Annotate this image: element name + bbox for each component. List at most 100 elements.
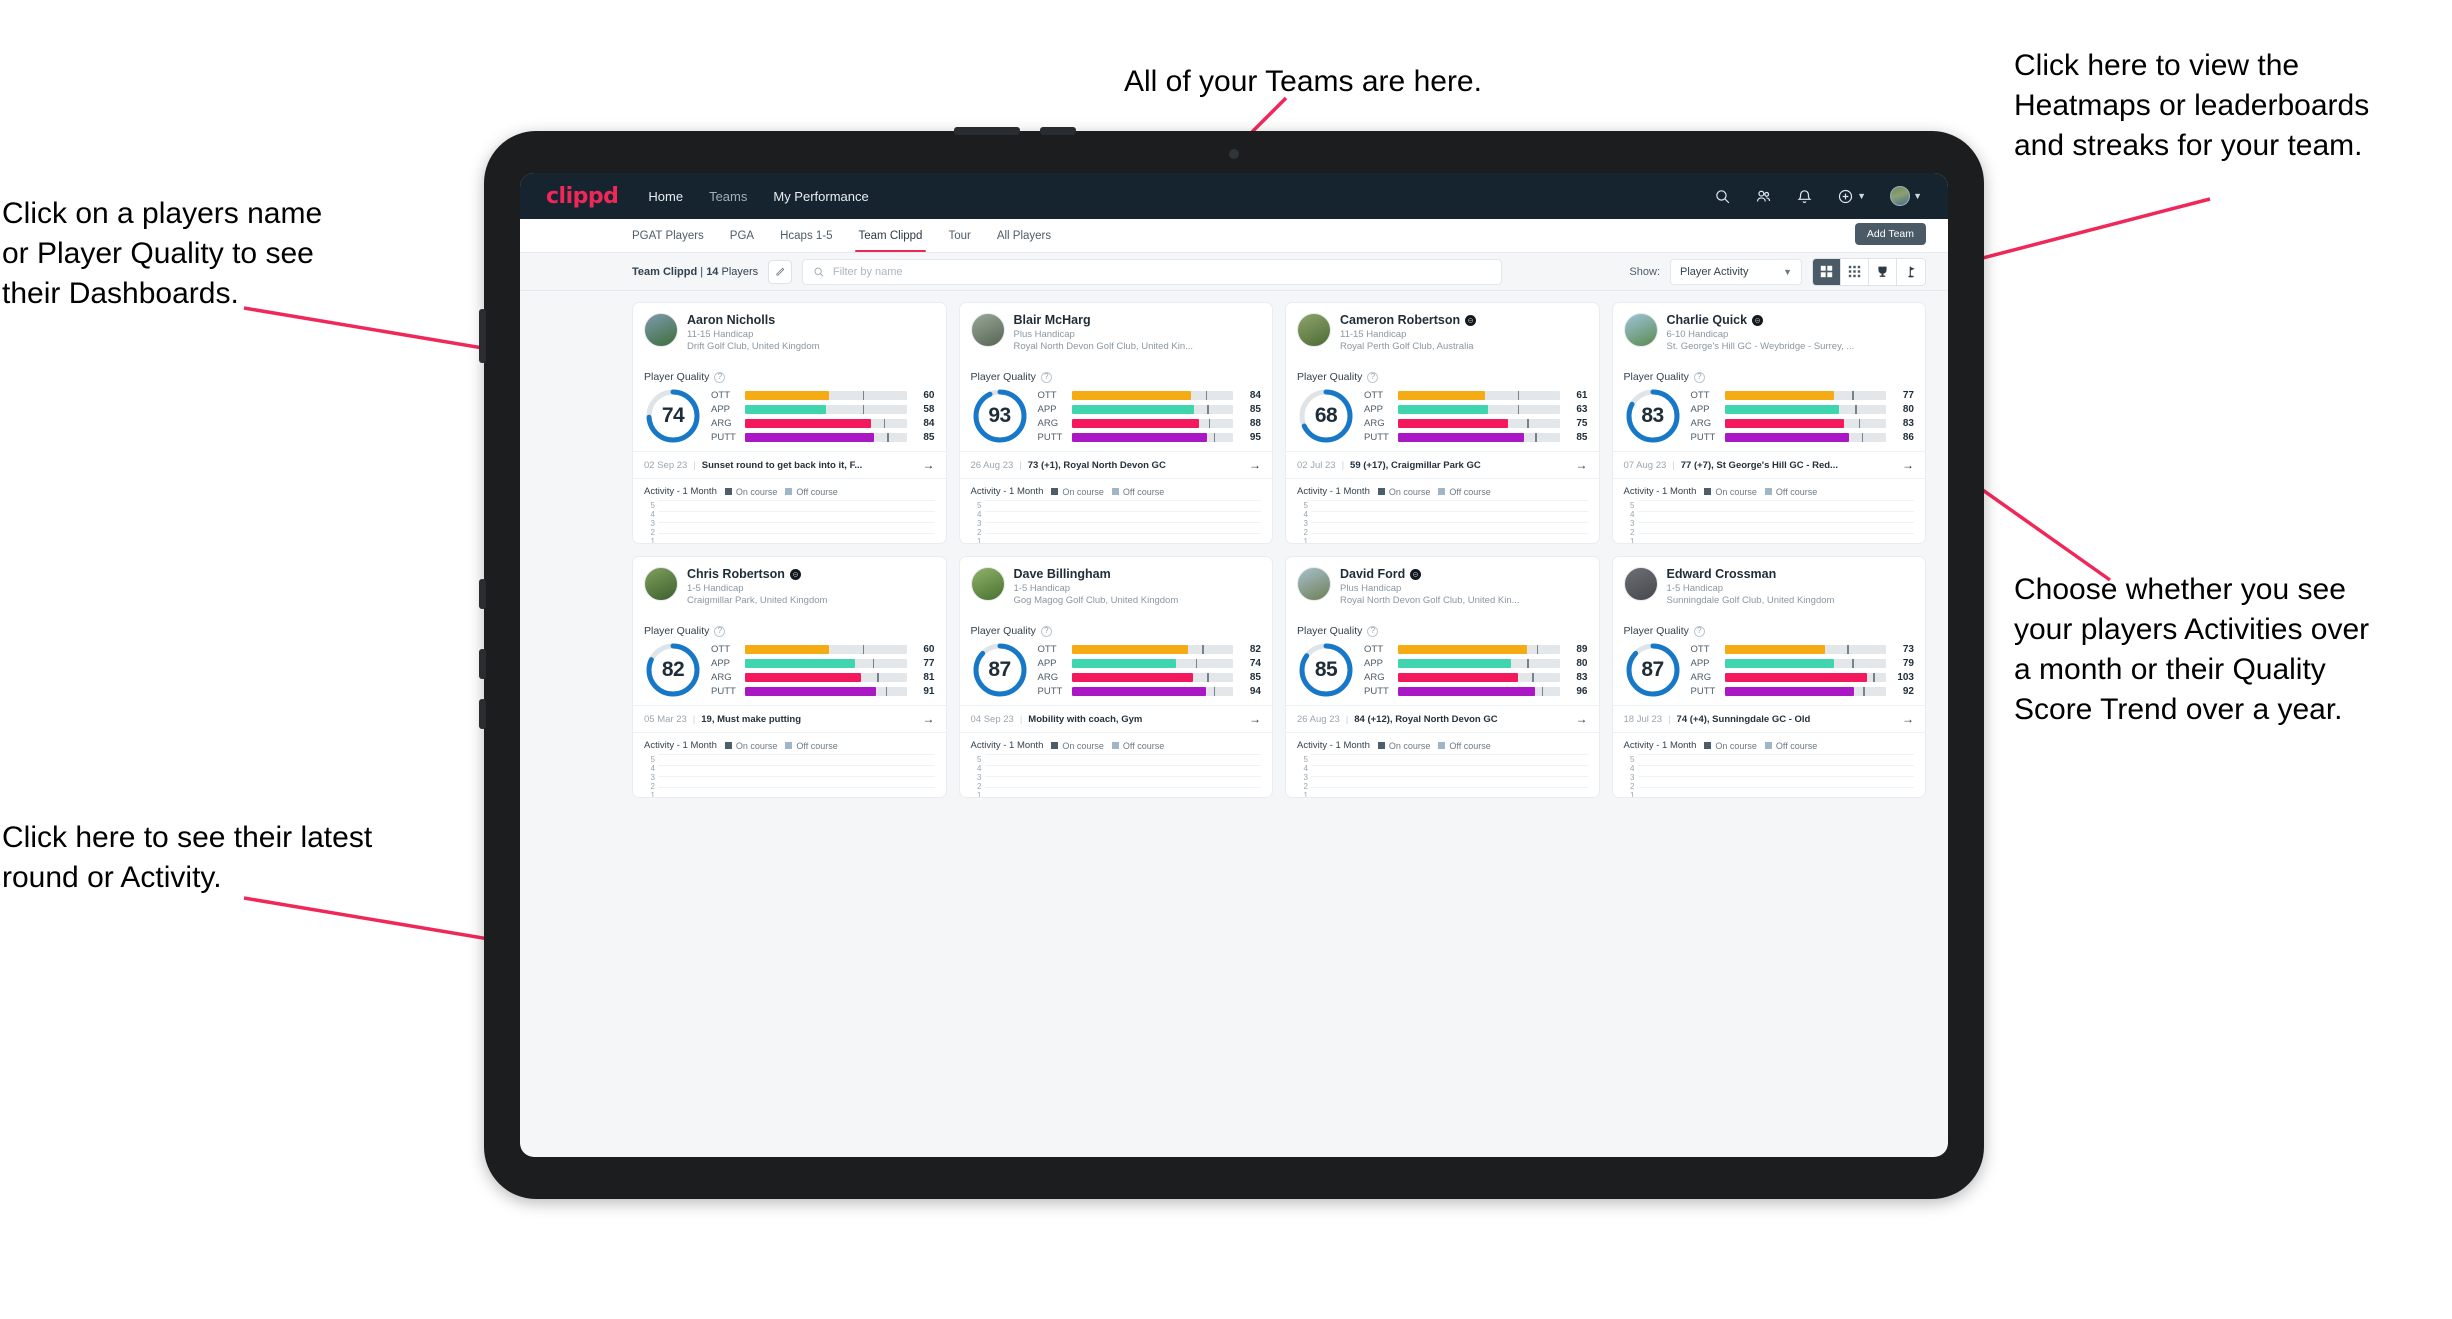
- clippd-logo[interactable]: clippd: [546, 184, 619, 209]
- player-name-row[interactable]: David Ford: [1340, 567, 1520, 581]
- player-name[interactable]: Chris Robertson: [687, 567, 785, 581]
- player-card[interactable]: Chris Robertson 1-5 Handicap Craigmillar…: [632, 556, 947, 798]
- player-quality-section[interactable]: Player Quality ? 87 OTT 82 APP 74 ARG 85…: [960, 617, 1273, 705]
- player-quality-section[interactable]: Player Quality ? 87 OTT 73 APP 79 ARG 10…: [1613, 617, 1926, 705]
- quality-score-ring[interactable]: 87: [971, 641, 1029, 699]
- arrow-right-icon[interactable]: →: [1902, 712, 1914, 726]
- latest-round-row[interactable]: 26 Aug 23 | 73 (+1), Royal North Devon G…: [959, 451, 1272, 480]
- grid-large-view-icon[interactable]: [1813, 258, 1841, 285]
- player-name[interactable]: Cameron Robertson: [1340, 313, 1460, 327]
- avatar[interactable]: [970, 313, 1005, 347]
- help-icon[interactable]: ?: [1693, 371, 1705, 383]
- quality-score-ring[interactable]: 87: [1624, 641, 1682, 699]
- player-card[interactable]: Charlie Quick 6-10 Handicap St. George's…: [1611, 302, 1926, 544]
- player-quality-section[interactable]: Player Quality ? 82 OTT 60 APP 77 ARG 81…: [633, 617, 946, 705]
- arrow-right-icon[interactable]: →: [923, 458, 935, 472]
- tab-pga[interactable]: PGA: [730, 219, 754, 252]
- avatar[interactable]: [1623, 567, 1658, 601]
- trophy-view-icon[interactable]: [1869, 258, 1897, 285]
- player-quality-section[interactable]: Player Quality ? 93 OTT 84 APP 85 ARG 88…: [960, 363, 1273, 451]
- avatar[interactable]: [1297, 313, 1331, 347]
- player-card[interactable]: Blair McHarg Plus Handicap Royal North D…: [958, 302, 1273, 544]
- tab-pgat-players[interactable]: PGAT Players: [632, 219, 704, 252]
- arrow-right-icon[interactable]: →: [1249, 458, 1261, 472]
- nav-link-my-performance[interactable]: My Performance: [773, 189, 868, 204]
- quality-score-ring[interactable]: 93: [971, 387, 1029, 445]
- tab-hcaps-1-5[interactable]: Hcaps 1-5: [780, 219, 832, 252]
- help-icon[interactable]: ?: [714, 371, 726, 383]
- flag-view-icon[interactable]: [1897, 258, 1925, 285]
- quality-score-ring[interactable]: 74: [644, 387, 702, 445]
- latest-round-row[interactable]: 26 Aug 23 | 84 (+12), Royal North Devon …: [1286, 705, 1599, 734]
- player-header[interactable]: Charlie Quick 6-10 Handicap St. George's…: [1613, 303, 1926, 363]
- edit-team-button[interactable]: [768, 259, 793, 284]
- quality-score-ring[interactable]: 85: [1297, 641, 1355, 699]
- help-icon[interactable]: ?: [1693, 625, 1705, 637]
- player-header[interactable]: David Ford Plus Handicap Royal North Dev…: [1286, 557, 1599, 617]
- player-card[interactable]: David Ford Plus Handicap Royal North Dev…: [1285, 556, 1600, 798]
- help-icon[interactable]: ?: [1040, 625, 1052, 637]
- avatar[interactable]: [1297, 567, 1331, 601]
- grid-small-view-icon[interactable]: [1841, 258, 1869, 285]
- player-name-row[interactable]: Charlie Quick: [1667, 313, 1855, 327]
- latest-round-row[interactable]: 02 Jul 23 | 59 (+17), Craigmillar Park G…: [1286, 451, 1599, 480]
- help-icon[interactable]: ?: [714, 625, 726, 637]
- player-header[interactable]: Blair McHarg Plus Handicap Royal North D…: [960, 303, 1273, 363]
- nav-link-home[interactable]: Home: [648, 189, 683, 204]
- player-name[interactable]: Blair McHarg: [1014, 313, 1091, 327]
- tab-tour[interactable]: Tour: [948, 219, 970, 252]
- arrow-right-icon[interactable]: →: [923, 712, 935, 726]
- bell-icon[interactable]: [1796, 188, 1813, 205]
- avatar[interactable]: [644, 567, 678, 601]
- player-name-row[interactable]: Chris Robertson: [687, 567, 827, 581]
- latest-round-row[interactable]: 18 Jul 23 | 74 (+4), Sunningdale GC - Ol…: [1612, 705, 1925, 734]
- avatar[interactable]: [1623, 313, 1658, 347]
- player-name[interactable]: Charlie Quick: [1667, 313, 1748, 327]
- tab-all-players[interactable]: All Players: [997, 219, 1051, 252]
- latest-round-row[interactable]: 07 Aug 23 | 77 (+7), St George's Hill GC…: [1612, 451, 1925, 480]
- player-card[interactable]: Edward Crossman 1-5 Handicap Sunningdale…: [1611, 556, 1926, 798]
- player-header[interactable]: Aaron Nicholls 11-15 Handicap Drift Golf…: [633, 303, 946, 363]
- latest-round-row[interactable]: 02 Sep 23 | Sunset round to get back int…: [633, 451, 946, 480]
- player-quality-section[interactable]: Player Quality ? 68 OTT 61 APP 63 ARG 75…: [1286, 363, 1599, 451]
- player-header[interactable]: Chris Robertson 1-5 Handicap Craigmillar…: [633, 557, 946, 617]
- arrow-right-icon[interactable]: →: [1902, 458, 1914, 472]
- people-icon[interactable]: [1755, 188, 1772, 205]
- player-quality-section[interactable]: Player Quality ? 74 OTT 60 APP 58 ARG 84…: [633, 363, 946, 451]
- arrow-right-icon[interactable]: →: [1576, 458, 1588, 472]
- player-quality-section[interactable]: Player Quality ? 85 OTT 89 APP 80 ARG 83…: [1286, 617, 1599, 705]
- player-name[interactable]: Edward Crossman: [1667, 567, 1777, 581]
- latest-round-row[interactable]: 04 Sep 23 | Mobility with coach, Gym →: [959, 705, 1272, 734]
- search-field[interactable]: [802, 258, 1503, 285]
- avatar[interactable]: [1890, 186, 1911, 206]
- plus-circle-icon[interactable]: [1837, 188, 1854, 205]
- avatar[interactable]: [644, 313, 678, 347]
- player-header[interactable]: Cameron Robertson 11-15 Handicap Royal P…: [1286, 303, 1599, 363]
- player-name[interactable]: David Ford: [1340, 567, 1405, 581]
- latest-round-row[interactable]: 05 Mar 23 | 19, Must make putting →: [633, 705, 946, 734]
- help-icon[interactable]: ?: [1040, 371, 1052, 383]
- player-name[interactable]: Dave Billingham: [1014, 567, 1111, 581]
- player-card[interactable]: Aaron Nicholls 11-15 Handicap Drift Golf…: [632, 302, 947, 544]
- quality-score-ring[interactable]: 83: [1624, 387, 1682, 445]
- add-team-button[interactable]: Add Team: [1854, 223, 1926, 245]
- help-icon[interactable]: ?: [1367, 371, 1379, 383]
- quality-score-ring[interactable]: 68: [1297, 387, 1355, 445]
- arrow-right-icon[interactable]: →: [1249, 712, 1261, 726]
- player-header[interactable]: Dave Billingham 1-5 Handicap Gog Magog G…: [960, 557, 1273, 617]
- player-name-row[interactable]: Blair McHarg: [1014, 313, 1194, 327]
- quality-score-ring[interactable]: 82: [644, 641, 702, 699]
- search-icon[interactable]: [1714, 188, 1731, 205]
- add-menu-button[interactable]: ▼: [1837, 188, 1866, 205]
- player-card[interactable]: Cameron Robertson 11-15 Handicap Royal P…: [1285, 302, 1600, 544]
- arrow-right-icon[interactable]: →: [1576, 712, 1588, 726]
- player-name[interactable]: Aaron Nicholls: [687, 313, 775, 327]
- avatar[interactable]: [970, 567, 1005, 601]
- help-icon[interactable]: ?: [1367, 625, 1379, 637]
- player-header[interactable]: Edward Crossman 1-5 Handicap Sunningdale…: [1613, 557, 1926, 617]
- search-input[interactable]: [832, 265, 1492, 278]
- player-card[interactable]: Dave Billingham 1-5 Handicap Gog Magog G…: [958, 556, 1273, 798]
- player-quality-section[interactable]: Player Quality ? 83 OTT 77 APP 80 ARG 83…: [1613, 363, 1926, 451]
- nav-link-teams[interactable]: Teams: [709, 189, 747, 204]
- show-select[interactable]: Player Activity ▼: [1670, 258, 1802, 285]
